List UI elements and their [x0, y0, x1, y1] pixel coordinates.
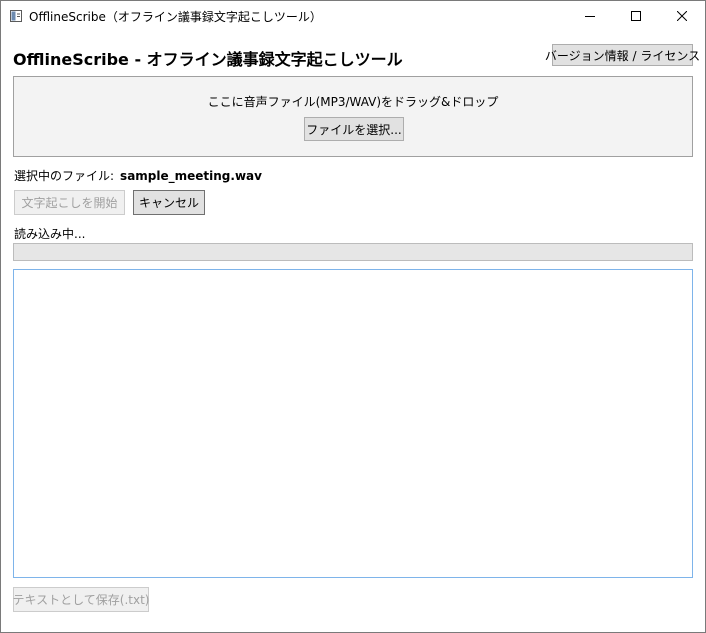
progress-bar: [13, 243, 693, 261]
save-text-button[interactable]: テキストとして保存(.txt): [13, 587, 150, 612]
app-icon: [10, 10, 22, 22]
selected-file-label: 選択中のファイル:: [14, 169, 115, 183]
app-window: OfflineScribe（オフライン議事録文字起こしツール） OfflineS…: [0, 0, 706, 633]
cancel-button[interactable]: キャンセル: [133, 190, 205, 215]
select-file-button[interactable]: ファイルを選択...: [304, 117, 404, 141]
status-text: 読み込み中...: [14, 227, 86, 241]
close-button[interactable]: [659, 1, 705, 31]
page-title: OfflineScribe - オフライン議事録文字起こしツール: [13, 50, 403, 69]
minimize-button[interactable]: [567, 1, 613, 31]
minimize-icon: [585, 16, 595, 17]
drop-zone-text: ここに音声ファイル(MP3/WAV)をドラッグ&ドロップ: [207, 95, 499, 109]
maximize-icon: [631, 11, 641, 21]
maximize-button[interactable]: [613, 1, 659, 31]
selected-file-name: sample_meeting.wav: [120, 169, 262, 183]
close-icon: [677, 11, 687, 21]
start-transcription-button[interactable]: 文字起こしを開始: [14, 190, 125, 215]
selected-file-row: 選択中のファイル: sample_meeting.wav: [14, 167, 262, 184]
transcript-output[interactable]: [13, 269, 693, 578]
version-license-button[interactable]: バージョン情報 / ライセンス: [545, 44, 700, 66]
window-title: OfflineScribe（オフライン議事録文字起こしツール）: [29, 10, 322, 24]
title-bar[interactable]: OfflineScribe（オフライン議事録文字起こしツール）: [1, 1, 705, 31]
drop-zone[interactable]: ここに音声ファイル(MP3/WAV)をドラッグ&ドロップ ファイルを選択...: [13, 76, 693, 157]
